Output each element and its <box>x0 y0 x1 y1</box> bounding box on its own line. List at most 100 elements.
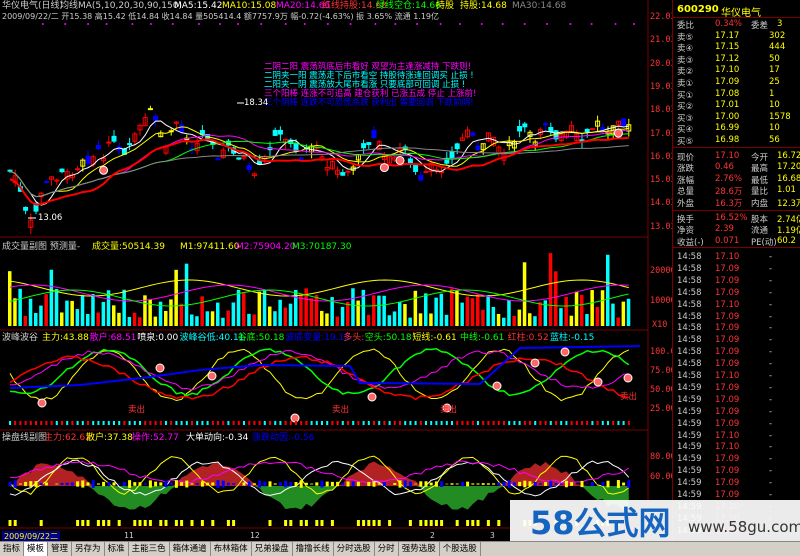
bottom-bar <box>226 482 230 486</box>
quote-row-value: 2.76% <box>715 173 743 184</box>
bottom-bar <box>216 480 220 488</box>
bottom-bar <box>455 483 459 485</box>
bottom-baseline-bar <box>13 520 17 526</box>
tab-item[interactable]: 模板 <box>24 542 49 556</box>
indicator-tick-bar <box>201 421 204 425</box>
tab-item[interactable]: 分时选股 <box>334 542 375 556</box>
tab-item[interactable]: 另存为 <box>72 542 105 556</box>
volume-bar <box>205 311 210 326</box>
indicator-tick-bar <box>61 421 63 425</box>
bottom-bar <box>497 482 501 486</box>
date-tick: 11 <box>124 531 134 540</box>
bottom-bar <box>13 480 17 488</box>
bottom-bar <box>185 480 189 488</box>
tab-item[interactable]: 主能三色 <box>129 542 170 556</box>
bottom-bar <box>299 480 303 488</box>
tab-item[interactable]: 分时 <box>375 542 399 556</box>
tab-item[interactable]: 标准 <box>105 542 129 556</box>
signal-dot <box>379 163 389 173</box>
tab-item[interactable]: 指标 <box>0 542 25 556</box>
indicator-tick-bar <box>71 421 74 425</box>
tab-item[interactable]: 布林箱体 <box>211 542 252 556</box>
bottom-baseline-bar <box>377 520 381 526</box>
volume-bar <box>70 300 74 326</box>
formula-tabs: 指标 模板 管理 另存为 标准 主能三色 箱体通道 布林箱体 兄弟操盘 撸撸长线 分时选股 分时 强势选… <box>0 541 800 556</box>
volume-bar <box>18 288 22 326</box>
indicator-tick-bar <box>617 421 620 425</box>
tab-item[interactable]: 兄弟操盘 <box>252 542 293 556</box>
indicator-tick-bar <box>581 421 583 425</box>
candle-body <box>345 170 351 173</box>
volume-bar <box>465 296 470 326</box>
bottom-bar <box>143 483 147 485</box>
bottom-baseline-bar <box>362 520 366 526</box>
volume-bar <box>413 290 418 326</box>
bottom-baseline-bar <box>102 520 106 526</box>
bottom-baseline-bar <box>159 520 163 526</box>
volume-bar <box>356 300 360 326</box>
volume-bar <box>28 298 33 326</box>
candle-body <box>470 132 476 136</box>
tick-price: 17.10 <box>715 252 740 262</box>
quote-row-label2: PE(动) <box>751 237 777 248</box>
quote-row-value: 16.98 <box>715 135 740 145</box>
volume-bar <box>621 301 626 326</box>
bottom-baseline-bar <box>356 520 360 526</box>
tick-row: 14:59 17.09 - <box>673 454 800 466</box>
candle-body <box>215 158 221 161</box>
tick-volume: - <box>769 347 773 358</box>
tab-item[interactable]: 个股选股 <box>440 542 481 556</box>
candle-body <box>371 129 377 139</box>
indicator-line <box>9 350 629 391</box>
volume-bar <box>418 313 423 326</box>
indicator-tick-bar <box>341 421 344 425</box>
quote-row-value2: 25 <box>769 77 780 87</box>
indicator-tick-bar <box>92 421 95 425</box>
indicator-blue-line <box>9 345 641 389</box>
volume-bar <box>455 290 459 326</box>
tab-item[interactable]: 撸撸长线 <box>293 542 334 556</box>
volume-bar <box>60 312 64 326</box>
indicator-tick-bar <box>326 421 329 425</box>
bottom-bar <box>622 482 626 486</box>
volume-bar <box>242 293 246 326</box>
candle-body <box>59 168 65 173</box>
volume-bar <box>439 293 444 326</box>
bottom-bar <box>159 482 163 486</box>
indicator-value: 波峰谷低:40.11 <box>179 333 245 343</box>
bottom-baseline-bar <box>81 520 85 526</box>
top-marker <box>349 23 352 25</box>
indicator-tick-bar <box>336 421 339 425</box>
quote-row-value: 2.39 <box>715 224 734 235</box>
stock-code[interactable]: 600290 <box>677 4 719 15</box>
candle-body <box>23 206 29 211</box>
volume-bar <box>574 291 579 326</box>
quote-row-value2: 10 <box>769 123 780 134</box>
bottom-bar <box>164 480 168 488</box>
volume-bar <box>195 316 199 326</box>
tick-time: 14:58 <box>677 335 702 346</box>
bottom-bar <box>190 483 194 485</box>
bottom-baseline-bar <box>289 520 293 526</box>
indicator-tick-bar <box>404 421 407 425</box>
indicator-line <box>9 348 630 402</box>
bottom-bar <box>148 480 152 488</box>
quote-row-value: 17.17 <box>715 30 740 41</box>
indicator-line <box>9 347 630 397</box>
bottom-bar <box>403 480 407 488</box>
bottom-bar <box>310 483 314 485</box>
tick-row: 14:58 17.09 - <box>673 347 800 359</box>
bottom-bar <box>320 480 324 488</box>
volume-bar <box>361 289 366 326</box>
volume-bar <box>236 289 241 326</box>
tab-item[interactable]: 箱体通道 <box>170 542 211 556</box>
tab-item[interactable]: 强势选股 <box>399 542 440 556</box>
indicator-tick-bar <box>503 421 505 425</box>
bottom-baseline-bar <box>174 520 178 526</box>
volume-bar <box>252 314 256 326</box>
sell-tag: 卖出 <box>440 405 458 415</box>
indicator-tick-bar <box>149 421 152 425</box>
tab-item[interactable]: 管理 <box>48 542 73 556</box>
quote-row-label: 买② <box>677 102 694 113</box>
tick-row: 14:58 17.09 - <box>673 359 800 371</box>
